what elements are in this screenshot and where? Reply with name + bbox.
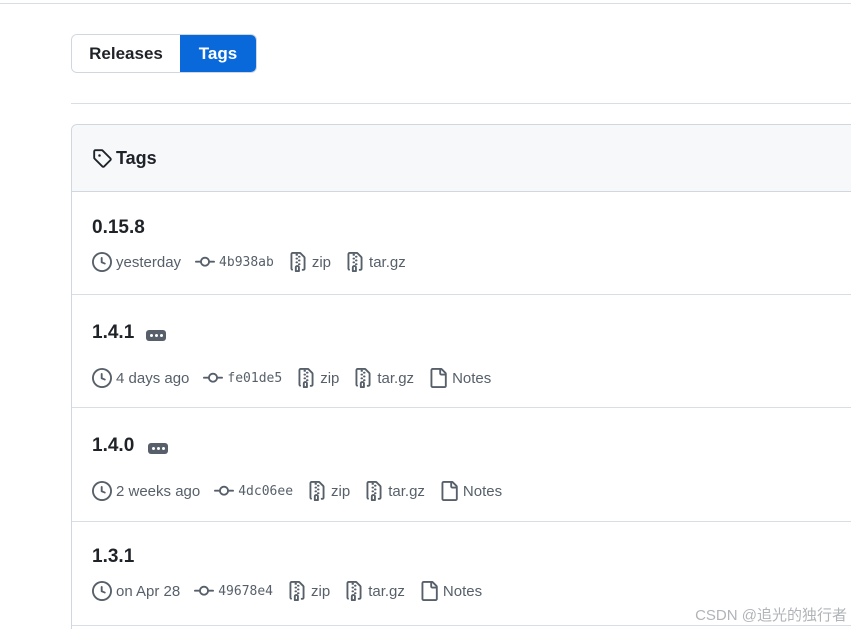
tag-meta: 4 days ago fe01de5 zip tar.gz Notes xyxy=(92,367,505,389)
tags-box-title: Tags xyxy=(116,147,157,168)
kebab-horizontal-icon[interactable] xyxy=(146,330,166,341)
commit-icon xyxy=(194,581,218,601)
tag-meta: yesterday 4b938ab zip tar.gz xyxy=(92,251,420,273)
tag-icon xyxy=(93,149,112,168)
notes-link[interactable]: Notes xyxy=(439,481,502,501)
tag-row: 0.15.8 yesterday 4b938ab zip tar.gz xyxy=(72,192,851,295)
file-zip-icon xyxy=(353,368,377,388)
targz-download-link[interactable]: tar.gz xyxy=(353,368,414,388)
targz-label: tar.gz xyxy=(388,482,425,500)
file-zip-icon xyxy=(288,252,312,272)
tag-time-text: 2 weeks ago xyxy=(116,482,201,500)
commit-link[interactable]: 49678e4 xyxy=(194,581,273,601)
tab-tags[interactable]: Tags xyxy=(180,35,256,72)
commit-icon xyxy=(203,368,227,388)
file-zip-icon xyxy=(287,581,311,601)
notes-link[interactable]: Notes xyxy=(428,368,491,388)
tag-row: 1.4.1 4 days ago fe01de5 zip tar.gz Notes xyxy=(72,295,851,408)
notes-label: Notes xyxy=(462,482,503,500)
file-icon xyxy=(419,581,443,601)
file-zip-icon xyxy=(307,481,331,501)
zip-label: zip xyxy=(320,369,340,387)
clock-icon xyxy=(92,252,116,272)
targz-label: tar.gz xyxy=(368,582,405,600)
targz-download-link[interactable]: tar.gz xyxy=(344,581,405,601)
notes-label: Notes xyxy=(442,582,483,600)
tag-time: on Apr 28 xyxy=(92,581,180,601)
clock-icon xyxy=(92,581,116,601)
tag-row: 1.4.0 2 weeks ago 4dc06ee zip tar.gz Notes xyxy=(72,408,851,522)
notes-link[interactable]: Notes xyxy=(419,581,482,601)
targz-download-link[interactable]: tar.gz xyxy=(364,481,425,501)
releases-tags-toggle: Releases Tags xyxy=(71,34,257,73)
tags-box-header: Tags xyxy=(72,125,851,192)
commit-sha: 4dc06ee xyxy=(238,483,294,499)
commit-link[interactable]: fe01de5 xyxy=(203,368,282,388)
tag-meta: on Apr 28 49678e4 zip tar.gz Notes xyxy=(92,580,496,602)
commit-sha: 4b938ab xyxy=(219,254,274,270)
tag-time-text: 4 days ago xyxy=(116,369,190,387)
zip-label: zip xyxy=(311,582,331,600)
file-zip-icon xyxy=(364,481,388,501)
tag-time: yesterday xyxy=(92,252,181,272)
tag-time: 2 weeks ago xyxy=(92,481,200,501)
tag-name-link[interactable]: 1.4.0 xyxy=(92,435,134,457)
zip-label: zip xyxy=(311,253,332,271)
commit-icon xyxy=(214,481,238,501)
file-zip-icon xyxy=(344,581,368,601)
commit-sha: fe01de5 xyxy=(227,370,283,386)
tag-name-link[interactable]: 0.15.8 xyxy=(92,217,145,239)
divider xyxy=(71,103,851,104)
tag-meta: 2 weeks ago 4dc06ee zip tar.gz Notes xyxy=(92,480,516,502)
clock-icon xyxy=(92,481,116,501)
commit-icon xyxy=(195,252,219,272)
notes-label: Notes xyxy=(452,369,492,387)
targz-label: tar.gz xyxy=(377,369,415,387)
zip-download-link[interactable]: zip xyxy=(296,368,339,388)
zip-download-link[interactable]: zip xyxy=(287,581,330,601)
tags-box: Tags 0.15.8 yesterday 4b938ab zip tar.gz 1.4.… xyxy=(71,124,851,629)
tag-time-text: yesterday xyxy=(116,253,182,271)
targz-download-link[interactable]: tar.gz xyxy=(345,252,406,272)
tag-time-text: on Apr 28 xyxy=(116,582,181,600)
targz-label: tar.gz xyxy=(369,253,406,271)
watermark: CSDN @追光的独行者 xyxy=(695,607,847,624)
tag-name-link[interactable]: 1.4.1 xyxy=(92,322,134,344)
file-zip-icon xyxy=(296,368,320,388)
file-icon xyxy=(428,368,452,388)
tag-time: 4 days ago xyxy=(92,368,189,388)
commit-link[interactable]: 4dc06ee xyxy=(214,481,293,501)
commit-link[interactable]: 4b938ab xyxy=(195,252,274,272)
tab-releases[interactable]: Releases xyxy=(72,35,180,72)
clock-icon xyxy=(92,368,116,388)
top-border xyxy=(0,0,851,4)
commit-sha: 49678e4 xyxy=(218,583,274,599)
zip-download-link[interactable]: zip xyxy=(307,481,350,501)
zip-download-link[interactable]: zip xyxy=(288,252,331,272)
tag-name-link[interactable]: 1.3.1 xyxy=(92,546,134,568)
zip-label: zip xyxy=(331,482,351,500)
file-icon xyxy=(439,481,463,501)
kebab-horizontal-icon[interactable] xyxy=(148,443,168,454)
file-zip-icon xyxy=(345,252,369,272)
